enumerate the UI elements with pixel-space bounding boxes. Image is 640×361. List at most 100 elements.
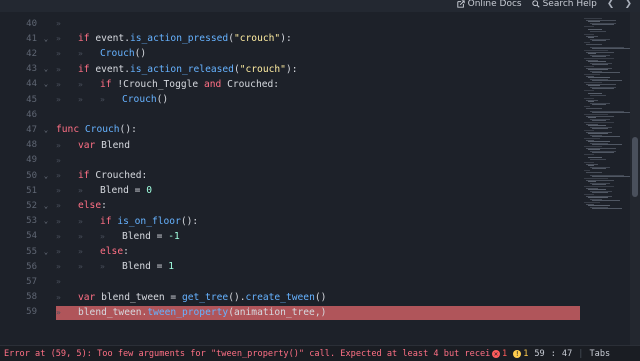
code-token: :	[101, 200, 107, 212]
code-text[interactable]: » » if is_on_floor ():	[56, 214, 198, 229]
fold-chevron-icon[interactable]: ⌄	[37, 248, 55, 256]
error-message[interactable]: Error at (59, 5): Too few arguments for …	[0, 349, 492, 359]
code-text[interactable]: » » Blend = 0	[56, 183, 152, 198]
fold-chevron-icon[interactable]: ⌄	[37, 217, 55, 225]
tab-indent-marker: »	[78, 247, 83, 257]
warning-count[interactable]: ! 1	[513, 349, 528, 359]
line-number[interactable]: 46	[0, 110, 37, 120]
code-minimap[interactable]	[580, 12, 630, 345]
code-line[interactable]: 46	[0, 107, 580, 122]
search-help-link[interactable]: Search Help	[531, 0, 597, 9]
tab-indent-marker: »	[56, 79, 61, 89]
code-text[interactable]: »	[56, 16, 78, 31]
fold-chevron-icon[interactable]: ⌄	[37, 80, 55, 88]
code-line[interactable]: 45 » » » Crouch()	[0, 92, 580, 107]
code-text[interactable]: » » » Blend = 1	[56, 259, 174, 274]
line-number[interactable]: 48	[0, 140, 37, 150]
code-text[interactable]: » var Blend	[56, 138, 130, 153]
line-number[interactable]: 55	[0, 247, 37, 257]
history-back-button[interactable]: ❮	[607, 0, 615, 9]
tab-indent-marker: »	[100, 231, 105, 241]
error-count[interactable]: ✕ 1	[492, 349, 507, 359]
line-number[interactable]: 49	[0, 155, 37, 165]
code-line[interactable]: 55 ⌄»» else:	[0, 244, 580, 259]
code-text[interactable]: func Crouch ():	[56, 122, 137, 137]
fold-chevron-icon[interactable]: ⌄	[37, 126, 55, 134]
code-text[interactable]: » var blend_tween = get_tree (). create_twe…	[56, 290, 326, 305]
indent-mode[interactable]: Tabs	[589, 349, 610, 359]
code-line[interactable]: 53 ⌄»» if is_on_floor ():	[0, 214, 580, 229]
code-line[interactable]: 51 » » Blend = 0	[0, 183, 580, 198]
line-number[interactable]: 54	[0, 231, 37, 241]
online-docs-label: Online Docs	[467, 0, 522, 9]
code-line[interactable]: 49 »	[0, 153, 580, 168]
tab-indent-marker: »	[56, 64, 61, 74]
line-number[interactable]: 56	[0, 262, 37, 272]
line-number[interactable]: 50	[0, 171, 37, 181]
fold-chevron-icon[interactable]: ⌄	[37, 65, 55, 73]
tab-indent-marker: »	[56, 186, 61, 196]
line-number[interactable]: 59	[0, 307, 37, 317]
cursor-column: 47	[561, 348, 573, 359]
code-line[interactable]: 48 » var Blend	[0, 138, 580, 153]
line-number[interactable]: 58	[0, 292, 37, 302]
status-bar: Error at (59, 5): Too few arguments for …	[0, 345, 640, 361]
code-token: Crouch	[84, 124, 120, 136]
code-text[interactable]: »	[56, 153, 78, 168]
code-line[interactable]: 42 » » Crouch()	[0, 46, 580, 61]
code-text[interactable]: » if event. is_action_pressed("crouch"):	[56, 31, 292, 46]
code-line[interactable]: 57 »	[0, 274, 580, 289]
minimap-line	[590, 94, 606, 96]
code-text[interactable]: » » » Blend = -1	[56, 229, 180, 244]
script-editor[interactable]: 40» 41 ⌄» if event. is_action_pressed("crouc…	[0, 12, 580, 345]
line-number[interactable]: 57	[0, 277, 37, 287]
code-line[interactable]: 44 ⌄»» if !Crouch_Toggle and Crouched:	[0, 77, 580, 92]
fold-chevron-icon[interactable]: ⌄	[37, 172, 55, 180]
code-line[interactable]: 47 ⌄ func Crouch ():	[0, 122, 580, 137]
code-text[interactable]: » » if !Crouch_Toggle and Crouched:	[56, 77, 279, 92]
code-text[interactable]: » » Crouch()	[56, 46, 146, 61]
tab-indent-marker: »	[56, 307, 61, 317]
vertical-scrollbar[interactable]	[630, 12, 640, 345]
fold-chevron-icon[interactable]: ⌄	[37, 35, 55, 43]
code-token: !Crouch_Toggle	[117, 78, 204, 90]
code-line[interactable]: 50 ⌄» if Crouched:	[0, 168, 580, 183]
line-number[interactable]: 42	[0, 49, 37, 59]
online-docs-link[interactable]: Online Docs	[456, 0, 522, 9]
code-text[interactable]: » blend_tween. tween_property (animation_tr…	[56, 305, 326, 320]
fold-chevron-icon[interactable]: ⌄	[37, 202, 55, 210]
minimap-line	[592, 64, 608, 66]
line-number[interactable]: 53	[0, 216, 37, 226]
code-line[interactable]: 54 » » » Blend = -1	[0, 229, 580, 244]
code-text[interactable]: »	[56, 274, 78, 289]
code-token: ():	[180, 215, 199, 227]
code-line[interactable]: 59 » blend_tween. tween_property (animation_…	[0, 305, 580, 320]
line-number[interactable]: 43	[0, 64, 37, 74]
line-number[interactable]: 52	[0, 201, 37, 211]
code-line[interactable]: 41 ⌄» if event. is_action_pressed("crouch")…	[0, 31, 580, 46]
line-number[interactable]: 47	[0, 125, 37, 135]
tab-indent-marker: »	[56, 201, 61, 211]
code-line[interactable]: 56 » » » Blend = 1	[0, 259, 580, 274]
code-line[interactable]: 52 ⌄» else:	[0, 198, 580, 213]
code-text[interactable]: » if event. is_action_released("crouch"):	[56, 62, 298, 77]
code-line[interactable]: 43 ⌄» if event. is_action_released("crouch"…	[0, 62, 580, 77]
code-line[interactable]: 40 »	[0, 16, 580, 31]
warning-icon: !	[513, 349, 522, 358]
line-number[interactable]: 40	[0, 19, 37, 29]
code-text[interactable]: » » » Crouch()	[56, 92, 168, 107]
line-number[interactable]: 41	[0, 34, 37, 44]
code-text[interactable]: » if Crouched:	[56, 168, 147, 183]
tab-indent-marker: »	[78, 262, 83, 272]
line-number[interactable]: 45	[0, 95, 37, 105]
code-text[interactable]: » else:	[56, 198, 107, 213]
code-text[interactable]: » » else:	[56, 244, 129, 259]
tab-indent-marker: »	[78, 49, 83, 59]
tab-indent-marker: »	[56, 292, 61, 302]
scrollbar-thumb[interactable]	[632, 137, 638, 197]
line-number[interactable]: 44	[0, 79, 37, 89]
history-forward-button[interactable]: ❯	[624, 0, 632, 9]
line-number[interactable]: 51	[0, 186, 37, 196]
code-line[interactable]: 58 » var blend_tween = get_tree (). create_t…	[0, 290, 580, 305]
code-token: is_action_pressed	[129, 33, 229, 45]
